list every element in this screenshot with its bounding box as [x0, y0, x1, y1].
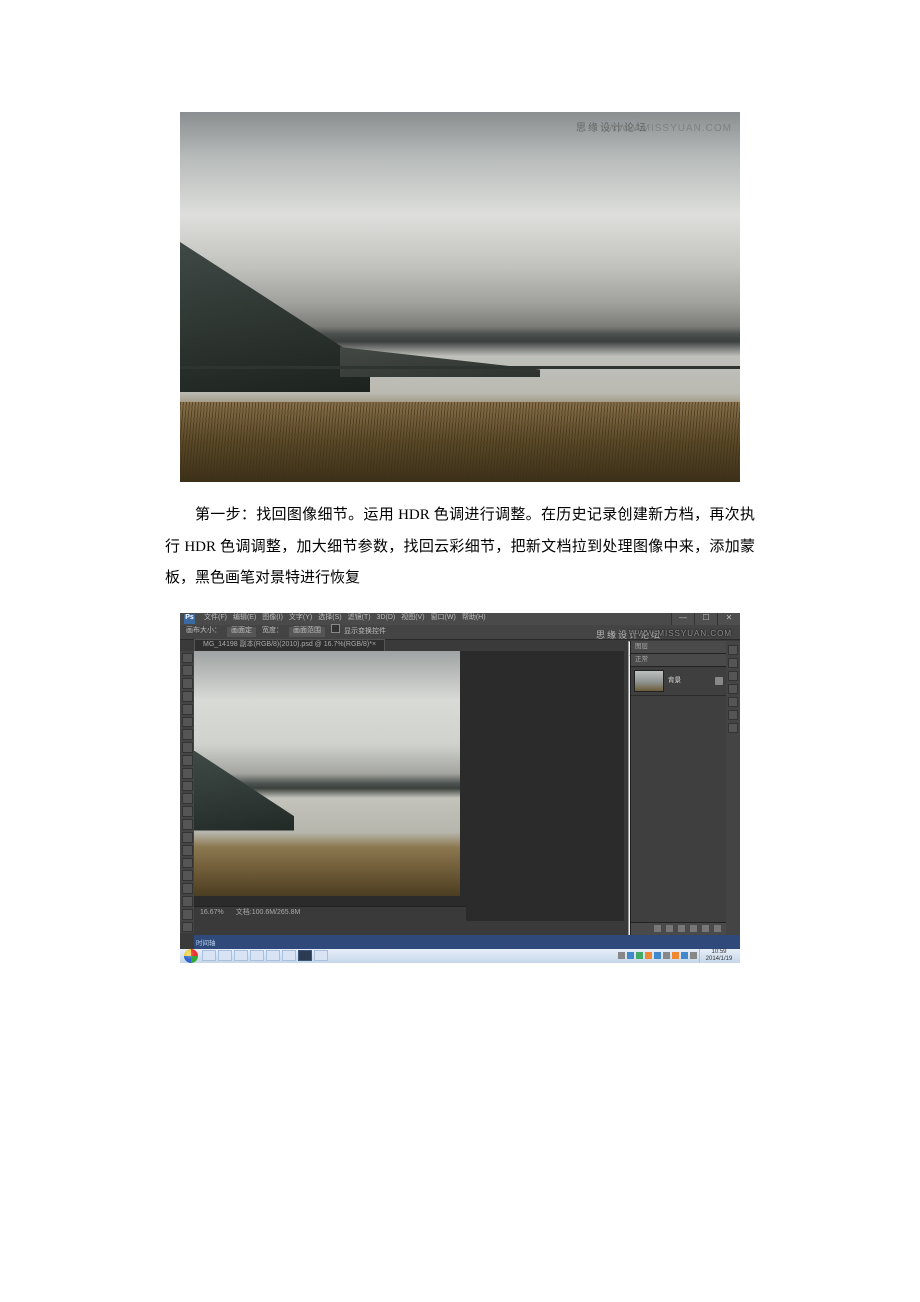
tool-lasso-icon[interactable]: [182, 678, 193, 689]
tray-icon[interactable]: [636, 952, 643, 959]
optbar-transform-checkbox[interactable]: 显示变换控件: [331, 624, 386, 640]
taskbar-app-icon[interactable]: [282, 950, 296, 961]
canvas-image: [194, 651, 460, 896]
clock-time: 10:59: [702, 949, 736, 956]
tools-panel: [180, 651, 194, 933]
watermark-url: WWW.MISSYUAN.COM: [607, 118, 732, 139]
tool-shape-icon[interactable]: [182, 870, 193, 881]
tool-path-icon[interactable]: [182, 858, 193, 869]
taskbar-app-icon[interactable]: [250, 950, 264, 961]
canvas-status-bar: 16.67% 文档:100.6M/265.8M: [194, 906, 466, 921]
windows-taskbar: 10:59 2014/1/19: [180, 949, 740, 963]
tool-crop-icon[interactable]: [182, 704, 193, 715]
window-controls: — ☐ ✕: [671, 613, 740, 625]
collapsed-panel-strip: [726, 641, 740, 935]
timeline-panel-collapsed[interactable]: 时间轴: [194, 935, 740, 949]
taskbar-photoshop-icon[interactable]: [298, 950, 312, 961]
layer-row-background[interactable]: 背景: [631, 667, 726, 696]
tool-pen-icon[interactable]: [182, 832, 193, 843]
tool-healing-icon[interactable]: [182, 729, 193, 740]
taskbar-app-icon[interactable]: [314, 950, 328, 961]
tray-icon[interactable]: [672, 952, 679, 959]
layers-footer: [631, 922, 726, 935]
step-1-paragraph: 第一步：找回图像细节。运用 HDR 色调进行调整。在历史记录创建新方档，再次执行…: [165, 500, 755, 595]
tool-zoom-icon[interactable]: [182, 896, 193, 907]
layers-panel: 图层 正常 背景: [630, 641, 726, 935]
zoom-value[interactable]: 16.67%: [200, 906, 224, 921]
tool-hand-icon[interactable]: [182, 883, 193, 894]
collapsed-panel-icon[interactable]: [728, 710, 738, 720]
taskbar-app-icon[interactable]: [266, 950, 280, 961]
tray-icon[interactable]: [681, 952, 688, 959]
collapsed-panel-icon[interactable]: [728, 671, 738, 681]
collapsed-panel-icon[interactable]: [728, 697, 738, 707]
tool-gradient-icon[interactable]: [182, 793, 193, 804]
collapsed-panel-icon[interactable]: [728, 658, 738, 668]
tray-icon[interactable]: [645, 952, 652, 959]
collapsed-panel-icon[interactable]: [728, 684, 738, 694]
tool-stamp-icon[interactable]: [182, 755, 193, 766]
quickmask-icon[interactable]: [182, 922, 193, 933]
canvas-mountain: [194, 751, 294, 831]
minimize-button[interactable]: —: [671, 613, 694, 625]
lock-icon[interactable]: [715, 677, 723, 685]
start-button-icon[interactable]: [184, 949, 198, 963]
tray-icon[interactable]: [627, 952, 634, 959]
tool-history-brush-icon[interactable]: [182, 768, 193, 779]
photoshop-window: Ps 文件(F) 编辑(E) 图像(I) 文字(Y) 选择(S) 滤镜(T) 3…: [180, 613, 740, 963]
taskbar-app-icon[interactable]: [218, 950, 232, 961]
tray-icon[interactable]: [663, 952, 670, 959]
folder-icon[interactable]: [678, 925, 685, 932]
mask-icon[interactable]: [666, 925, 673, 932]
tool-eyedropper-icon[interactable]: [182, 717, 193, 728]
fg-bg-swatch-icon[interactable]: [182, 909, 193, 920]
tool-brush-icon[interactable]: [182, 742, 193, 753]
new-layer-icon[interactable]: [702, 925, 709, 932]
document-canvas[interactable]: 16.67% 文档:100.6M/265.8M: [194, 651, 624, 921]
optbar-width-label: 宽度：: [262, 624, 283, 639]
fx-icon[interactable]: [654, 925, 661, 932]
optbar-transform-label: 显示变换控件: [344, 628, 386, 635]
layer-thumbnail: [634, 670, 664, 692]
tool-dodge-icon[interactable]: [182, 819, 193, 830]
optbar-preset2[interactable]: 画面范围: [289, 627, 325, 637]
collapsed-panel-icon[interactable]: [728, 645, 738, 655]
tray-icon[interactable]: [654, 952, 661, 959]
tool-wand-icon[interactable]: [182, 691, 193, 702]
tool-eraser-icon[interactable]: [182, 781, 193, 792]
tool-blur-icon[interactable]: [182, 806, 193, 817]
optbar-preset[interactable]: 画面定: [227, 627, 256, 637]
foreground-reeds: [180, 402, 740, 482]
collapsed-panel-icon[interactable]: [728, 723, 738, 733]
taskbar-app-icon[interactable]: [202, 950, 216, 961]
taskbar-app-icon[interactable]: [234, 950, 248, 961]
tool-type-icon[interactable]: [182, 845, 193, 856]
clock-date: 2014/1/19: [702, 956, 736, 963]
layers-toolbar[interactable]: 正常: [631, 654, 726, 667]
system-tray: 10:59 2014/1/19: [618, 949, 740, 963]
maximize-button[interactable]: ☐: [694, 613, 717, 625]
tray-icon[interactable]: [618, 952, 625, 959]
doc-size-value: 文档:100.6M/265.8M: [236, 906, 301, 921]
layers-tab[interactable]: 图层: [631, 641, 726, 654]
layer-name[interactable]: 背景: [668, 674, 681, 688]
tray-icon[interactable]: [690, 952, 697, 959]
menu-bar: Ps 文件(F) 编辑(E) 图像(I) 文字(Y) 选择(S) 滤镜(T) 3…: [180, 613, 740, 625]
ps-logo-icon: Ps: [184, 614, 195, 624]
tool-move-icon[interactable]: [182, 653, 193, 664]
trash-icon[interactable]: [714, 925, 721, 932]
checkbox-icon: [331, 624, 340, 633]
figure-landscape-original: 思缘设计论坛 WWW.MISSYUAN.COM: [180, 112, 740, 482]
close-button[interactable]: ✕: [717, 613, 740, 625]
tool-marquee-icon[interactable]: [182, 665, 193, 676]
optbar-size-label: 画布大小：: [186, 624, 221, 639]
taskbar-clock[interactable]: 10:59 2014/1/19: [699, 949, 738, 963]
shoreline: [180, 366, 740, 369]
mountain-far-shape: [340, 327, 540, 377]
adjust-icon[interactable]: [690, 925, 697, 932]
